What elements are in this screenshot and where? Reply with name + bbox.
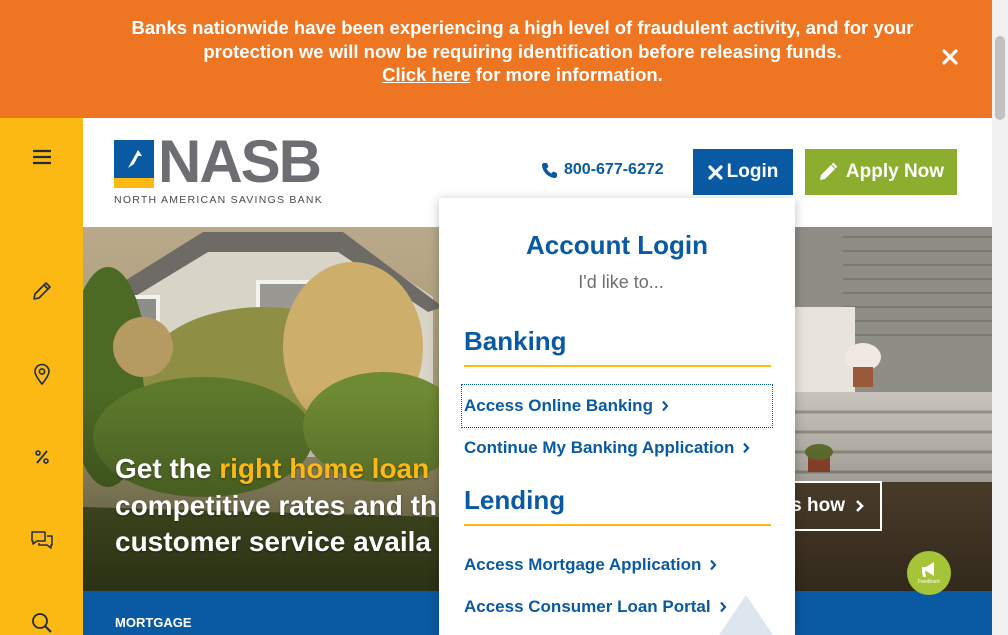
access-consumer-loan-portal-label: Access Consumer Loan Portal: [464, 597, 711, 616]
feedback-label: Feedback: [918, 579, 940, 585]
location-pin-icon[interactable]: [22, 354, 62, 394]
alert-line-2: protection we will now be requiring iden…: [203, 40, 842, 62]
hero-line-2: competitive rates and th: [115, 489, 438, 521]
menu-icon[interactable]: [22, 137, 62, 177]
access-consumer-loan-portal-link[interactable]: Access Consumer Loan Portal: [464, 597, 727, 617]
continue-banking-application-link[interactable]: Continue My Banking Application: [464, 438, 750, 458]
alert-click-here-link[interactable]: Click here: [382, 64, 470, 85]
chevron-right-icon: [710, 559, 717, 571]
chevron-right-icon: [743, 442, 750, 454]
continue-banking-application-label: Continue My Banking Application: [464, 438, 735, 457]
apply-now-button[interactable]: Apply Now: [805, 149, 957, 195]
fraud-alert-banner: Banks nationwide have been experiencing …: [0, 0, 992, 118]
logo-mark-icon: [114, 140, 154, 188]
scrollbar-thumb[interactable]: [995, 36, 1005, 120]
megaphone-icon: [922, 562, 934, 577]
apply-now-label: Apply Now: [845, 161, 945, 182]
search-icon[interactable]: [22, 603, 62, 635]
panel-caret: [719, 595, 773, 635]
hero-cta-label: s how: [791, 495, 845, 516]
chevron-right-icon: [662, 400, 669, 412]
hero-headline: Get the right home loan competitive rate…: [115, 451, 437, 561]
login-label: Login: [726, 161, 779, 182]
page-scrollbar[interactable]: [992, 0, 1008, 635]
hero-highlight: right home loan: [219, 453, 430, 484]
hero-line-3: customer service availa: [115, 526, 431, 557]
percent-icon[interactable]: [22, 437, 62, 477]
chevron-right-icon: [856, 500, 864, 512]
access-online-banking-label: Access Online Banking: [464, 396, 653, 415]
feedback-button[interactable]: Feedback: [907, 551, 951, 595]
alert-line-3: Click here for more information.: [120, 63, 925, 87]
lending-heading: Lending: [464, 485, 771, 526]
access-mortgage-application-label: Access Mortgage Application: [464, 555, 702, 574]
pencil-icon: [819, 162, 838, 180]
banking-heading: Banking: [464, 326, 771, 367]
nasb-logo[interactable]: NASB NORTH AMERICAN SAVINGS BANK: [114, 132, 329, 206]
pencil-icon[interactable]: [22, 271, 62, 311]
login-button[interactable]: Login: [693, 149, 793, 195]
alert-message: Banks nationwide have been experiencing …: [120, 16, 925, 87]
logo-tagline: NORTH AMERICAN SAVINGS BANK: [114, 194, 323, 206]
hero-line-1: Get the right home loan: [115, 451, 437, 488]
hero-line-1-prefix: Get the: [115, 453, 220, 484]
alert-line-3-suffix: for more information.: [470, 64, 663, 85]
access-online-banking-link[interactable]: Access Online Banking: [461, 384, 773, 428]
chat-icon[interactable]: [22, 520, 62, 560]
side-rail: [0, 118, 83, 635]
panel-subtitle: I'd like to...: [578, 272, 664, 292]
panel-title: Account Login: [526, 230, 708, 260]
alert-line-1: Banks nationwide have been experiencing …: [131, 17, 914, 38]
access-mortgage-application-link[interactable]: Access Mortgage Application: [464, 555, 717, 575]
mortgage-label[interactable]: MORTGAGE: [115, 615, 192, 630]
logo-wordmark: NASB: [158, 128, 322, 195]
close-icon[interactable]: [938, 46, 962, 70]
phone-icon: [542, 162, 557, 178]
close-x-icon: [708, 164, 723, 180]
phone-number: 800-677-6272: [564, 161, 664, 178]
account-login-panel: Account Login I'd like to... Banking Acc…: [439, 198, 795, 635]
phone-link[interactable]: 800-677-6272: [541, 161, 664, 179]
